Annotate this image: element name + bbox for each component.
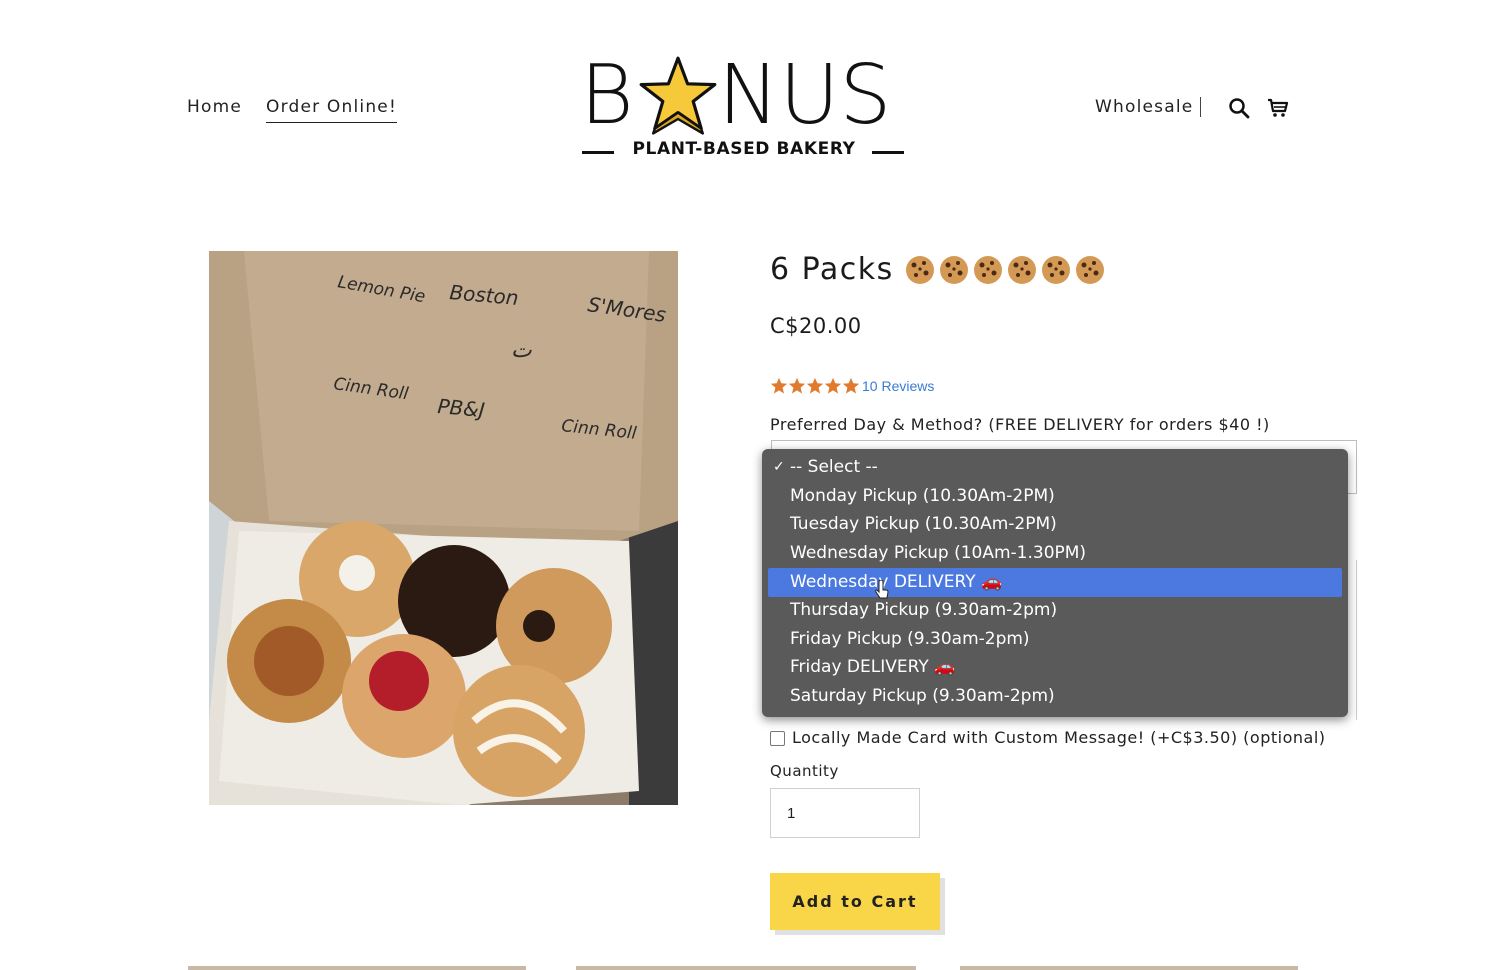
- option-wednesday-pickup[interactable]: Wednesday Pickup (10Am-1.30PM): [768, 539, 1342, 568]
- cookie-icon: [939, 255, 968, 284]
- logo-rule-right: [872, 151, 904, 154]
- quantity-label: Quantity: [770, 762, 839, 780]
- nav-home-link[interactable]: Home: [187, 97, 242, 117]
- cookie-icon: [973, 255, 1002, 284]
- option-saturday-pickup[interactable]: Saturday Pickup (9.30am-2pm): [768, 682, 1342, 711]
- star-icon: [770, 377, 788, 394]
- star-icon: [842, 377, 860, 394]
- cookie-emoji-row: [904, 254, 1106, 286]
- search-icon[interactable]: [1228, 97, 1250, 119]
- add-to-cart-button[interactable]: Add to Cart: [770, 873, 940, 930]
- option-monday-pickup[interactable]: Monday Pickup (10.30Am-2PM): [768, 482, 1342, 511]
- cookie-icon: [1007, 255, 1036, 284]
- rating-stars[interactable]: [770, 377, 860, 395]
- custom-card-label[interactable]: Locally Made Card with Custom Message! (…: [792, 728, 1326, 747]
- logo-star-icon: [639, 56, 717, 135]
- day-method-dropdown-menu[interactable]: ✓ -- Select -- Monday Pickup (10.30Am-2P…: [762, 449, 1348, 717]
- related-product-strip-1: [188, 966, 526, 970]
- option-tuesday-pickup[interactable]: Tuesday Pickup (10.30Am-2PM): [768, 510, 1342, 539]
- nav-wholesale-link[interactable]: Wholesale: [1095, 97, 1193, 117]
- custom-card-checkbox[interactable]: [770, 731, 785, 746]
- nav-divider: [1200, 97, 1201, 117]
- option-friday-delivery[interactable]: Friday DELIVERY 🚗: [768, 653, 1342, 682]
- logo-rule-left: [582, 151, 614, 154]
- cookie-icon: [1041, 255, 1070, 284]
- bonus-logo[interactable]: B NUS PLANT-BASED BAKERY: [580, 55, 906, 165]
- option-select[interactable]: ✓ -- Select --: [768, 453, 1342, 482]
- product-title: 6 Packs: [770, 252, 1106, 287]
- logo-subtitle: PLANT-BASED BAKERY: [632, 139, 856, 159]
- product-photo[interactable]: Lemon Pie Boston S'Mores Cinn Roll PB&J …: [209, 251, 678, 805]
- star-icon: [806, 377, 824, 394]
- logo-word-nus: NUS: [718, 48, 892, 143]
- quantity-input[interactable]: [770, 788, 920, 838]
- related-product-strip-3: [960, 966, 1298, 970]
- nav-order-online-link[interactable]: Order Online!: [266, 97, 397, 123]
- logo-letter-b: B: [580, 48, 634, 143]
- cart-icon[interactable]: [1267, 97, 1289, 119]
- related-product-strip-2: [576, 966, 916, 970]
- cookie-icon: [905, 255, 934, 284]
- product-price: C$20.00: [770, 314, 862, 338]
- reviews-link[interactable]: 10 Reviews: [862, 378, 934, 394]
- checkmark-icon: ✓: [773, 459, 785, 475]
- option-thursday-pickup[interactable]: Thursday Pickup (9.30am-2pm): [768, 596, 1342, 625]
- option-wednesday-delivery[interactable]: Wednesday DELIVERY 🚗: [768, 568, 1342, 597]
- handwriting-smiley: ت: [511, 338, 532, 363]
- product-title-text: 6 Packs: [770, 252, 894, 287]
- star-icon: [788, 377, 806, 394]
- day-method-label: Preferred Day & Method? (FREE DELIVERY f…: [770, 415, 1270, 434]
- hand-cursor-icon: [875, 580, 889, 599]
- option-friday-pickup[interactable]: Friday Pickup (9.30am-2pm): [768, 625, 1342, 654]
- cookie-icon: [1075, 255, 1104, 284]
- star-icon: [824, 377, 842, 394]
- handwriting-pbj: PB&J: [437, 394, 486, 422]
